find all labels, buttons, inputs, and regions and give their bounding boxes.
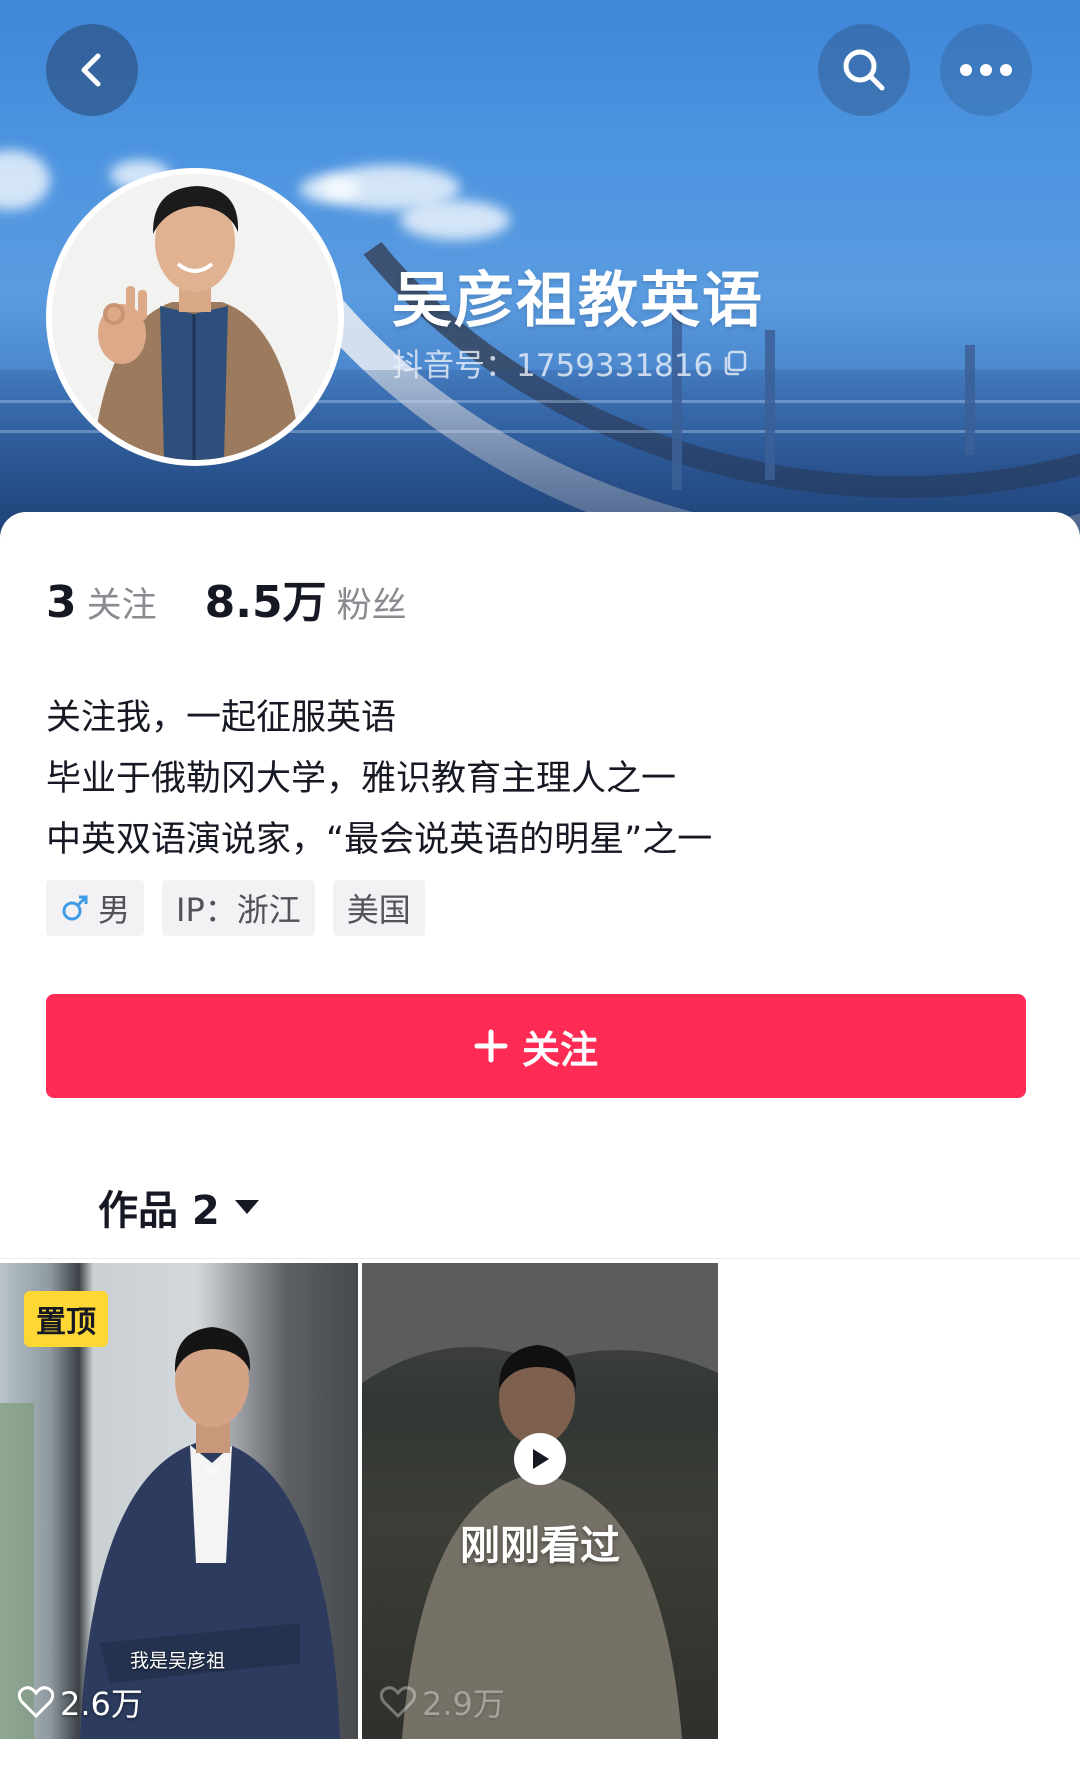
- play-button[interactable]: [514, 1433, 566, 1485]
- bio-line: 中英双语演说家，“最会说英语的明星”之一: [46, 820, 713, 860]
- search-icon: [843, 49, 885, 91]
- copy-icon[interactable]: [721, 349, 749, 377]
- followers-count[interactable]: 8.5万: [205, 566, 327, 630]
- male-icon: [62, 895, 88, 921]
- following-label[interactable]: 关注: [87, 577, 157, 628]
- gender-label: 男: [98, 891, 131, 929]
- douyin-id-text: 抖音号：1759331816: [392, 348, 714, 384]
- avatar-image: [52, 174, 338, 460]
- works-tab-label: 作品 2: [98, 1188, 220, 1234]
- video-caption: 我是吴彦祖: [130, 1650, 226, 1672]
- like-count-text: 2.6万: [60, 1685, 143, 1723]
- search-button[interactable]: [818, 24, 910, 116]
- ip-tag: IP：浙江: [162, 880, 315, 936]
- following-count[interactable]: 3: [46, 577, 77, 628]
- douyin-id[interactable]: 抖音号：1759331816: [392, 340, 749, 385]
- follow-button[interactable]: 关注: [46, 994, 1026, 1098]
- followers-label[interactable]: 粉丝: [337, 577, 407, 628]
- avatar[interactable]: [46, 168, 344, 466]
- tag-row: 男 IP：浙江 美国: [46, 880, 425, 936]
- stats-row: 3 关注 8.5万 粉丝: [46, 566, 407, 630]
- heart-icon: [18, 1686, 54, 1719]
- more-icon: [960, 64, 1012, 76]
- recently-watched-label: 刚刚看过: [460, 1523, 620, 1569]
- like-count-text: 2.9万: [422, 1685, 505, 1723]
- pin-badge: 置顶: [24, 1291, 108, 1347]
- country-tag: 美国: [332, 880, 425, 936]
- bio: 关注我，一起征服英语 毕业于俄勒冈大学，雅识教育主理人之一 中英双语演说家，“最…: [46, 688, 712, 871]
- play-icon: [533, 1449, 549, 1469]
- divider: [0, 1258, 1080, 1259]
- bio-line: 毕业于俄勒冈大学，雅识教育主理人之一: [46, 759, 677, 799]
- video-tile[interactable]: 置顶 我是吴彦祖 2.6万: [0, 1263, 358, 1739]
- gender-tag: 男: [46, 880, 145, 936]
- profile-name: 吴彦祖教英语: [392, 266, 764, 336]
- back-arrow-icon: [81, 53, 101, 87]
- heart-icon: [380, 1686, 416, 1719]
- back-button[interactable]: [46, 24, 138, 116]
- plus-icon: [474, 1029, 508, 1063]
- caret-down-icon: [234, 1200, 259, 1214]
- like-count: 2.6万: [18, 1679, 143, 1725]
- like-count: 2.9万: [380, 1679, 505, 1725]
- tab-works[interactable]: 作品 2: [98, 1178, 260, 1236]
- bio-line: 关注我，一起征服英语: [46, 698, 397, 738]
- follow-button-label: 关注: [521, 1027, 598, 1072]
- more-button[interactable]: [940, 24, 1032, 116]
- video-tile[interactable]: 刚刚看过 2.9万: [362, 1263, 718, 1739]
